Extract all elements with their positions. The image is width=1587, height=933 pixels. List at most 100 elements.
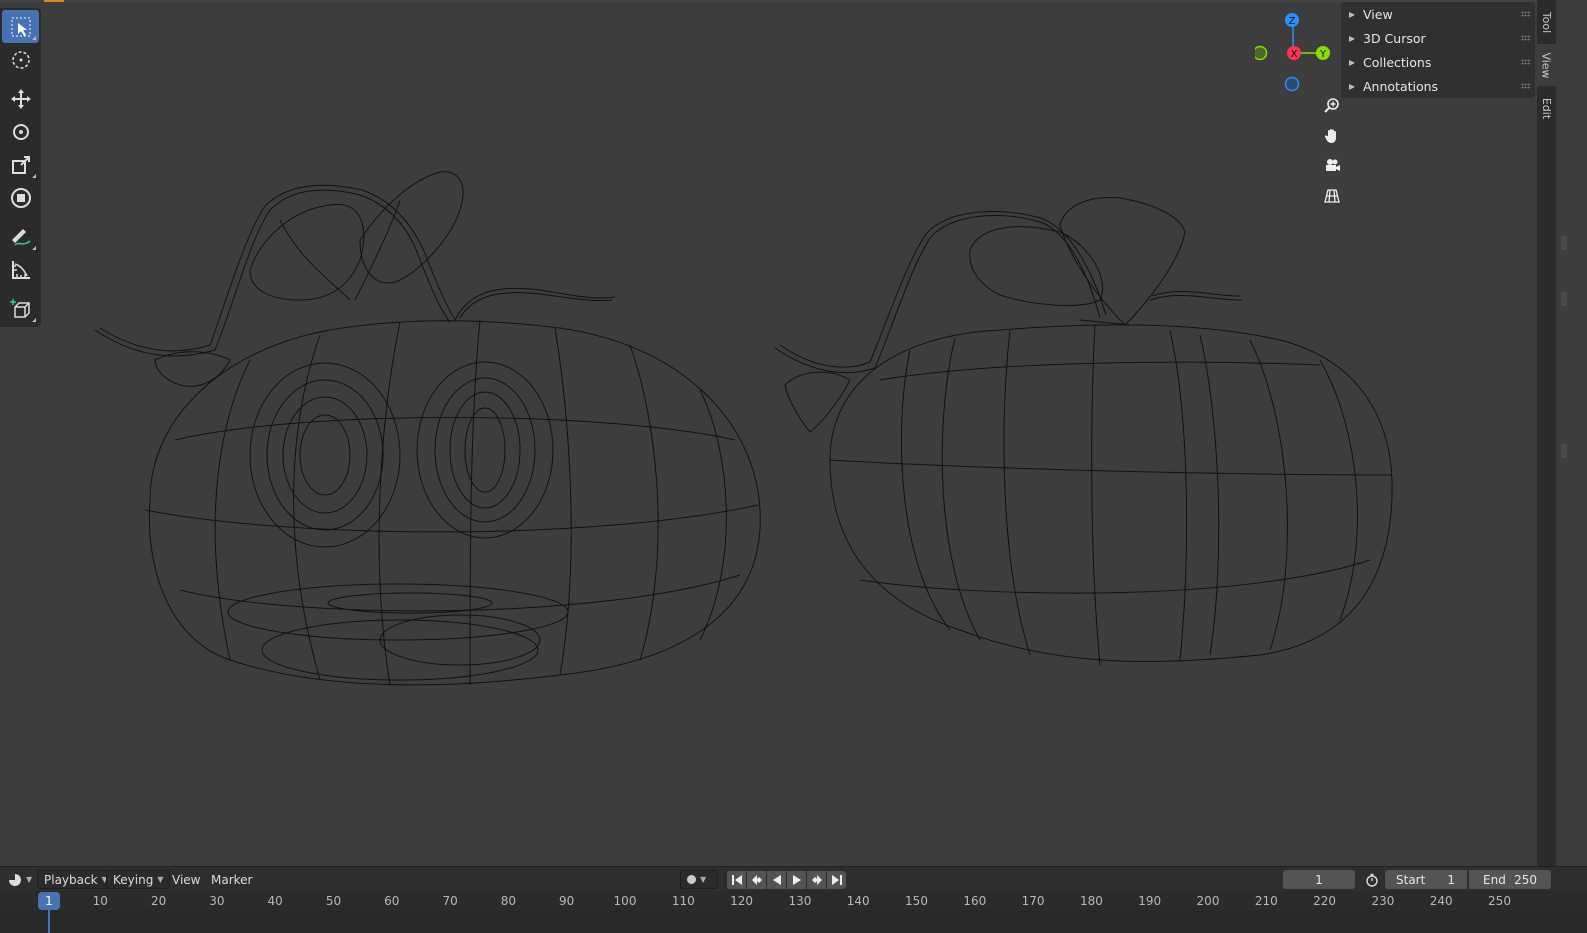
- select-box-icon: [11, 17, 30, 36]
- tab-view[interactable]: View: [1537, 44, 1556, 86]
- ruler-tick: 50: [325, 894, 342, 908]
- jump-end-button[interactable]: [827, 871, 846, 889]
- auto-keying-toggle[interactable]: ▼: [680, 870, 718, 889]
- camera-view-button[interactable]: [1318, 152, 1346, 180]
- camera-icon: [1326, 159, 1340, 171]
- sidebar-panel: ▶ View ▶ 3D Cursor ▶ Collections ▶ Annot…: [1341, 2, 1535, 98]
- panel-label: Collections: [1363, 54, 1432, 70]
- select-box-tool[interactable]: [2, 10, 39, 43]
- ruler-tick: 30: [209, 894, 225, 908]
- ruler-tick: 130: [788, 894, 812, 908]
- panel-label: 3D Cursor: [1363, 30, 1426, 46]
- perspective-toggle-button[interactable]: [1318, 182, 1346, 210]
- playback-menu[interactable]: Playback ▼: [37, 870, 115, 889]
- pumpkin-right-stem: [774, 196, 1243, 433]
- pumpkin-right-mesh: [829, 324, 1393, 666]
- jump-start-button[interactable]: [727, 871, 746, 889]
- scale-tool[interactable]: [2, 148, 39, 181]
- zoom-icon: [1324, 98, 1339, 113]
- tool-variant-indicator: [32, 246, 36, 250]
- panel-3d-cursor[interactable]: ▶ 3D Cursor: [1341, 26, 1535, 50]
- view-menu[interactable]: View: [166, 870, 206, 889]
- marker-menu[interactable]: Marker: [205, 870, 258, 889]
- gizmo-neg-z-axis: [1284, 76, 1300, 92]
- expand-arrow-icon: ▶: [1349, 81, 1356, 91]
- ruler-tick: 100: [613, 894, 637, 908]
- edge-handle[interactable]: [1561, 292, 1567, 306]
- scale-icon: [11, 155, 30, 174]
- transform-tool[interactable]: [2, 181, 39, 214]
- playhead-line: [48, 910, 50, 933]
- pan-view-button[interactable]: [1318, 122, 1346, 150]
- play-icon: [792, 875, 801, 885]
- tool-variant-indicator: [32, 36, 36, 40]
- ruler-tick: 80: [500, 894, 517, 908]
- play-reverse-icon: [772, 875, 781, 885]
- panel-label: View: [1363, 6, 1393, 22]
- play-reverse-button[interactable]: [767, 871, 786, 889]
- cursor-tool[interactable]: [2, 43, 39, 76]
- drag-grip-icon[interactable]: [1521, 35, 1531, 41]
- ruler-tick: 190: [1138, 894, 1162, 908]
- drag-grip-icon[interactable]: [1521, 83, 1531, 89]
- start-frame-field[interactable]: Start 1: [1385, 870, 1467, 889]
- prev-keyframe-button[interactable]: [747, 871, 766, 889]
- ruler-tick: 10: [92, 894, 108, 908]
- transform-icon: [10, 187, 31, 208]
- ruler-tick: 210: [1254, 894, 1278, 908]
- ruler-tick: 60: [384, 894, 400, 908]
- tab-tool[interactable]: Tool: [1537, 4, 1556, 40]
- rotate-icon: [12, 123, 29, 140]
- prev-keyframe-icon: [751, 875, 762, 885]
- tab-edit[interactable]: Edit: [1537, 90, 1556, 126]
- timeline-ruler[interactable]: 10 20 30 40 50 60 70 80 90 100 110 120 130 140 150 160 1…: [0, 891, 1587, 911]
- expand-arrow-icon: ▶: [1349, 9, 1356, 19]
- ruler-tick: 240: [1429, 894, 1453, 908]
- record-icon: [687, 875, 696, 884]
- drag-grip-icon[interactable]: [1521, 59, 1531, 65]
- panel-view[interactable]: ▶ View: [1341, 2, 1535, 26]
- measure-tool[interactable]: [2, 253, 39, 286]
- stopwatch-icon: [1366, 873, 1378, 887]
- move-arrows-icon: [10, 88, 31, 109]
- edge-handle[interactable]: [1561, 444, 1567, 458]
- ruler-tick: 180: [1079, 894, 1103, 908]
- panel-collections[interactable]: ▶ Collections: [1341, 50, 1535, 74]
- drag-grip-icon[interactable]: [1521, 11, 1531, 17]
- preview-range-toggle[interactable]: [1359, 870, 1385, 889]
- svg-text:Y: Y: [1319, 49, 1327, 60]
- 3d-viewport[interactable]: Z Y X ▶ View ▶ 3D Cursor ▶ Collections ▶…: [0, 0, 1556, 872]
- next-keyframe-button[interactable]: [807, 871, 826, 889]
- editor-type-button[interactable]: ▼: [2, 870, 38, 889]
- pumpkin-left-stem: [94, 171, 616, 387]
- end-frame-field[interactable]: End 250: [1469, 870, 1551, 889]
- pan-hand-icon: [1324, 129, 1336, 143]
- timeline-header: ▼ Playback ▼ Keying ▼ View Marker ▼ 1 St…: [0, 866, 1587, 891]
- move-tool[interactable]: [2, 82, 39, 115]
- rotate-tool[interactable]: [2, 115, 39, 148]
- navigation-gizmo[interactable]: Z Y X: [1255, 8, 1335, 98]
- panel-annotations[interactable]: ▶ Annotations: [1341, 74, 1535, 98]
- gizmo-neg-y-axis: [1255, 45, 1268, 61]
- chevron-down-icon: ▼: [157, 875, 164, 884]
- timeline-area[interactable]: [0, 911, 1587, 933]
- keying-menu[interactable]: Keying ▼: [106, 870, 171, 889]
- panel-label: Annotations: [1363, 78, 1439, 94]
- measure-ruler-icon: [11, 260, 30, 279]
- playhead[interactable]: 1: [38, 892, 60, 910]
- ruler-tick: 140: [846, 894, 870, 908]
- svg-text:X: X: [1291, 49, 1298, 60]
- current-frame-field[interactable]: 1: [1283, 870, 1355, 889]
- jump-to-end-icon: [831, 875, 842, 885]
- wireframe-scene[interactable]: [0, 0, 1537, 866]
- properties-edge: [1556, 0, 1587, 872]
- annotate-tool[interactable]: [2, 220, 39, 253]
- chevron-down-icon: ▼: [26, 875, 33, 884]
- play-button[interactable]: [787, 871, 806, 889]
- add-cube-tool[interactable]: [2, 292, 39, 325]
- sidebar-tabs: Tool View Edit: [1537, 0, 1556, 872]
- ruler-tick: 90: [559, 894, 575, 908]
- ruler-tick: 20: [150, 894, 167, 908]
- tool-variant-indicator: [32, 318, 36, 322]
- edge-handle[interactable]: [1561, 236, 1567, 250]
